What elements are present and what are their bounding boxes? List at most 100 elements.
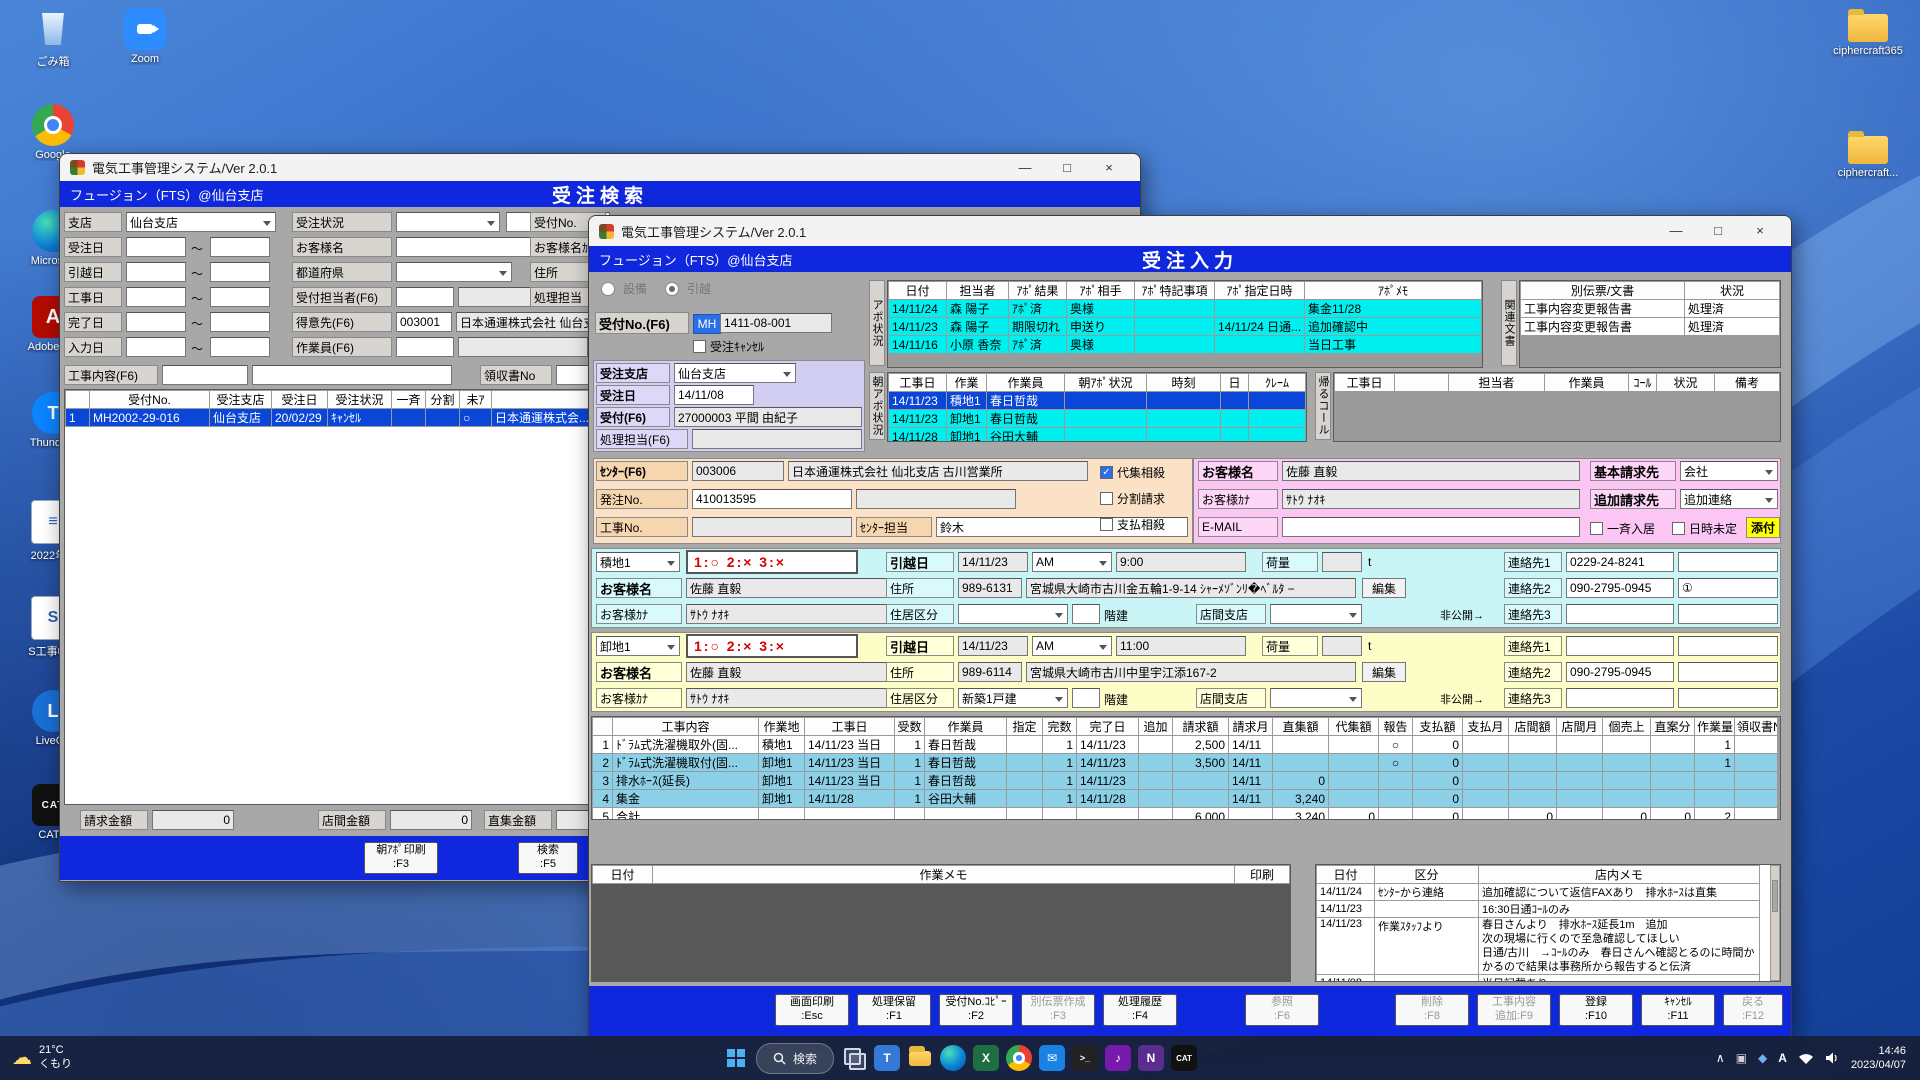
ampm-select[interactable]: AM [1032, 636, 1112, 656]
excel-icon[interactable]: X [973, 1045, 999, 1071]
hold-button[interactable]: 処理保留:F1 [857, 994, 931, 1026]
work-item-row[interactable]: 2ﾄﾞﾗﾑ式洗濯機取付(固...卸地114/11/23 当日1春日哲哉114/1… [593, 754, 1778, 772]
contact1-extra[interactable] [1678, 552, 1778, 572]
floors-value[interactable] [1072, 688, 1100, 708]
task-view-button[interactable] [841, 1045, 867, 1071]
attachment-badge[interactable]: 添付 [1746, 517, 1780, 538]
reception-staff-code[interactable] [396, 287, 454, 307]
contact2-value[interactable]: 090-2795-0945 [1566, 578, 1674, 598]
tray-chevron-icon[interactable]: ∧ [1716, 1051, 1725, 1065]
chat-icon[interactable]: T [874, 1045, 900, 1071]
reference-button[interactable]: 参照:F6 [1245, 994, 1319, 1026]
pickup-status[interactable]: 1:○ 2:× 3:× [686, 550, 858, 574]
cancel-button[interactable]: ｷｬﾝｾﾙ:F11 [1641, 994, 1715, 1026]
mail-icon[interactable]: ✉ [1039, 1045, 1065, 1071]
zip-value[interactable]: 989-6114 [958, 662, 1022, 682]
residence-type-select[interactable]: 新築1戸建 [958, 688, 1068, 708]
order-date-value[interactable]: 14/11/08 [674, 385, 754, 405]
terminal-icon[interactable]: >_ [1072, 1045, 1098, 1071]
entry-title-bar[interactable]: 電気工事管理システム/Ver 2.0.1 — □ × [589, 216, 1791, 246]
move-date-value[interactable]: 14/11/23 [958, 552, 1028, 572]
shop-branch-select[interactable] [1270, 688, 1362, 708]
doc-row[interactable]: 工事内容変更報告書 処理済 [1521, 318, 1780, 336]
desktop-icon-recycle-bin[interactable]: ごみ箱 [14, 8, 92, 69]
desktop-icon-folder-1[interactable]: ciphercraft365 [1822, 6, 1914, 57]
input-date-from[interactable] [126, 337, 186, 357]
basic-billing-select[interactable]: 会社 [1680, 461, 1778, 481]
maximize-button[interactable]: □ [1046, 153, 1088, 183]
center-code[interactable]: 003006 [692, 461, 784, 481]
moving-radio[interactable]: 引越 [665, 280, 711, 297]
delete-button[interactable]: 削除:F8 [1395, 994, 1469, 1026]
move-date-to[interactable] [210, 262, 270, 282]
reception-no-value[interactable]: 1411-08-001 [720, 313, 832, 333]
shop-branch-select[interactable] [1270, 604, 1362, 624]
work-no-value[interactable] [692, 517, 852, 537]
dropoff-kana-value[interactable]: ｻﾄｳ ﾅｵｷ [686, 688, 918, 708]
prefecture-select[interactable] [396, 262, 512, 282]
pickup-kana-value[interactable]: ｻﾄｳ ﾅｵｷ [686, 604, 918, 624]
contact3-value[interactable] [1566, 604, 1674, 624]
weather-widget[interactable]: ☁ 21°C くもり [0, 1044, 72, 1072]
order-status-select-1[interactable] [396, 212, 500, 232]
client-code[interactable]: 003001 [396, 312, 452, 332]
complete-date-from[interactable] [126, 312, 186, 332]
contact3-value[interactable] [1566, 688, 1674, 708]
zip-value[interactable]: 989-6131 [958, 578, 1022, 598]
close-button[interactable]: × [1088, 153, 1130, 183]
work-date-to[interactable] [210, 287, 270, 307]
media-icon[interactable]: ♪ [1105, 1045, 1131, 1071]
memo-scrollbar[interactable] [1770, 865, 1780, 981]
morning-appo-row[interactable]: 14/11/23 積地1 春日哲哉 [889, 392, 1306, 410]
dropoff-type-select[interactable]: 卸地1 [596, 636, 680, 656]
contact3-extra[interactable] [1678, 604, 1778, 624]
order-cancel-checkbox[interactable]: 受注ｷｬﾝｾﾙ [693, 338, 764, 355]
work-content-input[interactable] [252, 365, 452, 385]
monitor-tray-icon[interactable]: ▣ [1736, 1051, 1747, 1065]
work-memo-body[interactable] [592, 884, 1290, 982]
shop-memo-row[interactable]: 14/11/08 当日記載あり [1317, 975, 1760, 983]
contact2-value[interactable]: 090-2795-0945 [1566, 662, 1674, 682]
search-button[interactable]: 検索 :F5 [518, 842, 578, 874]
contact1-value[interactable]: 0229-24-8241 [1566, 552, 1674, 572]
maximize-button[interactable]: □ [1697, 216, 1739, 246]
clock[interactable]: 14:46 2023/04/07 [1851, 1044, 1906, 1073]
back-button[interactable]: 戻る:F12 [1723, 994, 1783, 1026]
order-date-from[interactable] [126, 237, 186, 257]
edge-icon[interactable] [940, 1045, 966, 1071]
onenote-icon[interactable]: N [1138, 1045, 1164, 1071]
address-value[interactable]: 宮城県大崎市古川中里宇江添167-2 [1026, 662, 1356, 682]
floors-value[interactable] [1072, 604, 1100, 624]
residence-type-select[interactable] [958, 604, 1068, 624]
print-screen-button[interactable]: 画面印刷:Esc [775, 994, 849, 1026]
desktop-icon-zoom[interactable]: Zoom [106, 8, 184, 65]
chrome-icon[interactable] [1006, 1045, 1032, 1071]
extra-billing-select[interactable]: 追加連絡 [1680, 489, 1778, 509]
customer-kana-value[interactable]: ｻﾄｳ ﾅｵｷ [1282, 489, 1580, 509]
customer-name-filter-input[interactable] [396, 237, 536, 257]
work-item-row[interactable]: 3排水ﾎｰｽ(延長)卸地114/11/23 当日1春日哲哉114/11/2314… [593, 772, 1778, 790]
ime-indicator[interactable]: A [1778, 1051, 1787, 1065]
work-item-row[interactable]: 1ﾄﾞﾗﾑ式洗濯機取外(固...積地114/11/23 当日1春日哲哉114/1… [593, 736, 1778, 754]
search-title-bar[interactable]: 電気工事管理システム/Ver 2.0.1 — □ × [60, 154, 1140, 181]
appo-row[interactable]: 14/11/16 小原 香奈 ｱﾎﾟ済 奥様 当日工事 [889, 336, 1482, 354]
branch-filter-select[interactable]: 仙台支店 [126, 212, 276, 232]
contact1-value[interactable] [1566, 636, 1674, 656]
shop-memo-row[interactable]: 14/11/24 ｾﾝﾀｰから連絡 追加確認について返信FAXあり 排水ﾎｰｽは… [1317, 884, 1760, 901]
payment-offset-checkbox[interactable]: 支払相殺 [1100, 516, 1165, 533]
simultaneous-movein-checkbox[interactable]: 一斉入居 [1590, 520, 1655, 537]
add-work-button[interactable]: 工事内容追加:F9 [1477, 994, 1551, 1026]
worker-code[interactable] [396, 337, 454, 357]
morning-appo-row[interactable]: 14/11/28 卸地1 谷田大輔 [889, 428, 1306, 443]
contact3-extra[interactable] [1678, 688, 1778, 708]
work-date-from[interactable] [126, 287, 186, 307]
address-value[interactable]: 宮城県大崎市古川金五輪1-9-14 ｼｬｰﾒｿﾞﾝﾘ�ﾍﾞﾙﾀ − [1026, 578, 1356, 598]
contact1-extra[interactable] [1678, 636, 1778, 656]
ampm-select[interactable]: AM [1032, 552, 1112, 572]
time-value[interactable]: 9:00 [1116, 552, 1246, 572]
split-billing-checkbox[interactable]: 分割請求 [1100, 490, 1165, 507]
minimize-button[interactable]: — [1004, 153, 1046, 183]
dropoff-name-value[interactable]: 佐藤 直毅 [686, 662, 918, 682]
work-item-row[interactable]: 4集金卸地114/11/281谷田大輔114/11/2814/113,2400 [593, 790, 1778, 808]
work-item-row[interactable]: 5合計6,0003,240000002 [593, 808, 1778, 821]
